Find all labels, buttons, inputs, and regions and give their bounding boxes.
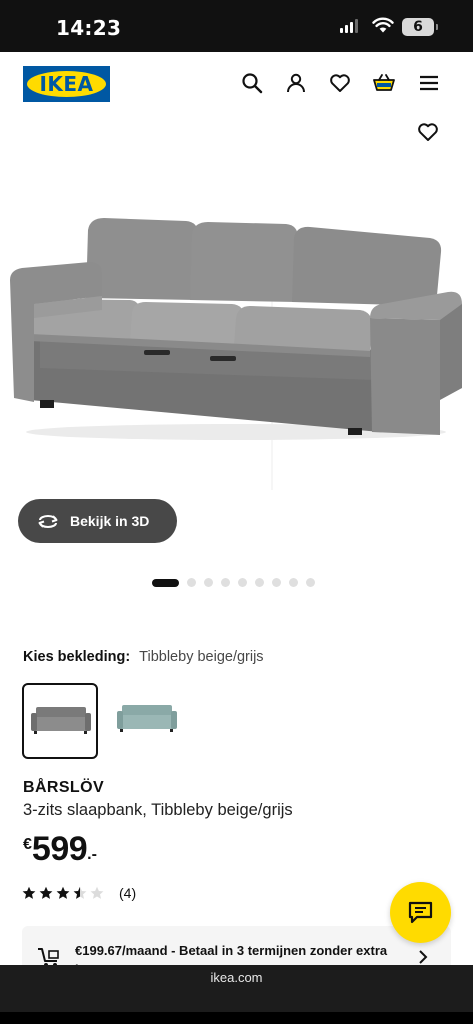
pagination-dot[interactable] bbox=[221, 578, 230, 587]
rotate-icon bbox=[38, 515, 58, 528]
pagination-dot[interactable] bbox=[187, 578, 196, 587]
product-price: € 599 .- bbox=[23, 832, 97, 866]
star-icon bbox=[39, 886, 53, 899]
star-icon bbox=[22, 886, 36, 899]
battery-icon: 6 bbox=[402, 18, 438, 36]
search-icon[interactable] bbox=[240, 71, 264, 95]
star-icon bbox=[73, 886, 87, 899]
payment-text: €199.67/maand - Betaal in 3 termijnen zo… bbox=[75, 943, 388, 965]
payment-banner[interactable]: €199.67/maand - Betaal in 3 termijnen zo… bbox=[22, 926, 451, 965]
logo-text: IKEA bbox=[39, 72, 94, 96]
product-image[interactable] bbox=[0, 200, 473, 500]
chevron-right-icon bbox=[419, 950, 428, 964]
star-icon bbox=[90, 886, 104, 899]
home-indicator bbox=[0, 1012, 473, 1024]
pagination-dot[interactable] bbox=[204, 578, 213, 587]
product-name: BÅRSLÖV bbox=[23, 779, 105, 796]
signal-icon bbox=[340, 19, 358, 33]
cart-icon[interactable] bbox=[372, 71, 396, 95]
pagination-dot[interactable] bbox=[289, 578, 298, 587]
price-currency: € bbox=[23, 836, 32, 853]
view-in-3d-button[interactable]: Bekijk in 3D bbox=[18, 499, 177, 543]
price-amount: 599 bbox=[31, 830, 88, 868]
cover-option-turquoise[interactable] bbox=[110, 683, 186, 759]
star-icon bbox=[56, 886, 70, 899]
menu-icon[interactable] bbox=[417, 71, 441, 95]
review-count: (4) bbox=[119, 885, 137, 901]
pagination-dot[interactable] bbox=[255, 578, 264, 587]
gallery-pagination[interactable] bbox=[152, 578, 315, 587]
status-time: 14:23 bbox=[56, 16, 122, 40]
cover-selection: Kies bekleding: Tibbleby beige/grijs bbox=[23, 649, 264, 665]
cover-label: Kies bekleding: bbox=[23, 649, 131, 665]
pagination-dot[interactable] bbox=[238, 578, 247, 587]
product-description: 3-zits slaapbank, Tibbleby beige/grijs bbox=[23, 801, 293, 819]
price-suffix: .- bbox=[87, 846, 97, 863]
product-page: IKEA Bekijk in 3D Kies bekleding: Tibble… bbox=[0, 52, 473, 965]
cover-option-grey[interactable] bbox=[22, 683, 98, 759]
view-in-3d-label: Bekijk in 3D bbox=[70, 513, 150, 529]
product-rating[interactable]: (4) bbox=[22, 885, 136, 901]
pagination-dot[interactable] bbox=[152, 578, 179, 587]
status-bar: 14:23 6 bbox=[0, 0, 473, 52]
favourites-icon[interactable] bbox=[328, 71, 352, 95]
ikea-logo[interactable]: IKEA bbox=[23, 66, 110, 102]
cover-value: Tibbleby beige/grijs bbox=[139, 649, 264, 665]
pagination-dot[interactable] bbox=[272, 578, 281, 587]
wifi-icon bbox=[372, 17, 394, 33]
cart-payment-icon bbox=[38, 948, 59, 965]
pagination-dot[interactable] bbox=[306, 578, 315, 587]
browser-url: ikea.com bbox=[210, 970, 263, 985]
add-to-favourites-icon[interactable] bbox=[416, 120, 440, 144]
account-icon[interactable] bbox=[284, 71, 308, 95]
chat-icon bbox=[408, 901, 433, 924]
chat-button[interactable] bbox=[390, 882, 451, 943]
